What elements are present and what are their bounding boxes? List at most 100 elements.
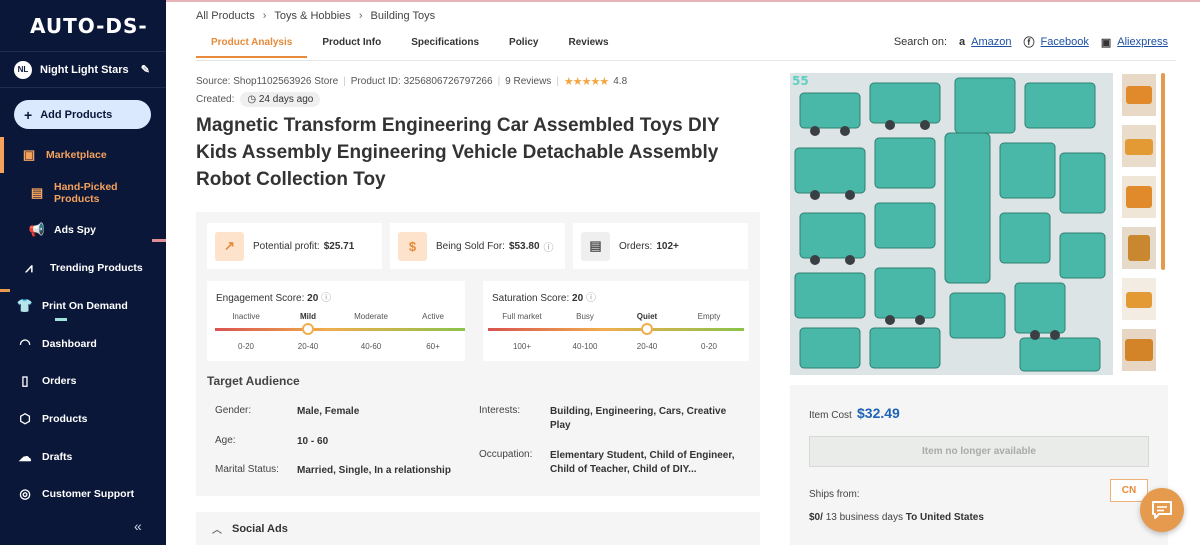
sidebar-item-dashboard[interactable]: ◠ Dashboard xyxy=(0,326,166,362)
sidebar-item-label: Marketplace xyxy=(46,149,107,161)
target-audience-heading: Target Audience xyxy=(207,374,300,388)
thumbnail-scrollbar[interactable] xyxy=(1161,73,1165,270)
divider: | xyxy=(343,76,346,87)
gender-label: Gender: xyxy=(215,405,252,416)
receipt-icon: ▤ xyxy=(581,231,610,261)
sidebar-item-print-on-demand[interactable]: 👕 Print On Demand xyxy=(0,288,166,324)
saturation-score-card: Saturation Score: 20 ⓘ Full market Busy … xyxy=(483,281,749,361)
sidebar-item-drafts[interactable]: ☁ Drafts xyxy=(0,439,166,475)
product-thumbnail[interactable] xyxy=(1122,278,1156,320)
tab-product-info[interactable]: Product Info xyxy=(307,30,396,58)
trend-chart-icon: ↗ xyxy=(215,231,244,261)
ship-price: $0/ xyxy=(809,512,823,523)
pencil-icon[interactable]: ✎ xyxy=(141,63,150,76)
profit-label: Potential profit: xyxy=(253,240,320,252)
chat-button[interactable] xyxy=(1140,488,1184,532)
saturation-range: 100+ xyxy=(512,342,532,351)
product-main-image[interactable]: 55 xyxy=(790,73,1113,375)
info-icon[interactable]: ⓘ xyxy=(586,293,596,304)
tab-specifications[interactable]: Specifications xyxy=(396,30,494,58)
tab-product-analysis[interactable]: Product Analysis xyxy=(196,30,308,58)
sold-label: Being Sold For: xyxy=(436,240,505,252)
sidebar-item-marketplace[interactable]: ▣ Marketplace xyxy=(0,137,166,173)
gender-value: Male, Female xyxy=(297,406,360,417)
saturation-level: Empty xyxy=(697,312,721,321)
divider: | xyxy=(497,76,501,87)
breadcrumb-item[interactable]: Toys & Hobbies xyxy=(274,10,350,22)
info-icon[interactable]: ⓘ xyxy=(321,293,331,304)
clock-icon: ◷ xyxy=(247,94,257,105)
age-label: Age: xyxy=(215,435,236,446)
cube-icon: ⬡ xyxy=(19,411,31,426)
sidebar-item-label: Products xyxy=(42,413,88,425)
engagement-label: Engagement Score: xyxy=(216,293,305,304)
chevron-right-icon: › xyxy=(262,10,267,22)
product-id: Product ID: 3256806726797266 xyxy=(350,76,493,87)
saturation-range: 0-20 xyxy=(700,342,718,351)
sidebar-item-trending[interactable]: ⩘ Trending Products xyxy=(0,250,166,286)
facebook-link[interactable]: Facebook xyxy=(1041,36,1089,48)
sidebar: AUTO-DS- NL Night Light Stars ✎ + Add Pr… xyxy=(0,0,166,545)
engagement-heading: Engagement Score: 20 ⓘ xyxy=(216,289,331,304)
being-sold-for-card: $ Being Sold For: $53.80 ⓘ xyxy=(390,223,565,269)
divider: | xyxy=(556,76,559,87)
saturation-range: 40-100 xyxy=(572,342,598,351)
toy-vehicles-illustration: 55 xyxy=(790,73,1113,375)
decorative-line xyxy=(55,318,67,321)
add-products-button[interactable]: + Add Products xyxy=(14,100,151,129)
tab-bar: Product Analysis Product Info Specificat… xyxy=(196,30,624,58)
saturation-value: 20 xyxy=(572,293,584,304)
search-on-label: Search on: xyxy=(893,36,948,48)
sidebar-item-orders[interactable]: ▯ Orders xyxy=(0,363,166,399)
tab-reviews[interactable]: Reviews xyxy=(554,30,624,58)
item-unavailable-button[interactable]: Item no longer available xyxy=(809,436,1149,467)
breadcrumb-item[interactable]: All Products xyxy=(196,10,255,22)
sold-value: $53.80 xyxy=(508,240,540,252)
sidebar-item-customer-support[interactable]: ◎ Customer Support xyxy=(0,476,166,512)
store-icon: ▣ xyxy=(22,147,36,162)
shipping-info: $0/ 13 business days To United States xyxy=(809,512,984,523)
product-thumbnail[interactable] xyxy=(1122,329,1156,371)
collapse-sidebar-icon[interactable]: « xyxy=(134,518,142,534)
product-thumbnail[interactable] xyxy=(1122,227,1156,269)
aliexpress-link[interactable]: Aliexpress xyxy=(1117,36,1168,48)
info-icon[interactable]: ⓘ xyxy=(544,239,554,254)
breadcrumb-item[interactable]: Building Toys xyxy=(370,10,435,22)
product-thumbnail[interactable] xyxy=(1122,74,1156,116)
orders-value: 102+ xyxy=(656,240,679,252)
engagement-score-card: Engagement Score: 20 ⓘ Inactive Mild Mod… xyxy=(207,281,465,361)
occupation-value: Elementary Student, Child of Engineer, C… xyxy=(550,450,735,475)
product-thumbnail[interactable] xyxy=(1122,125,1156,167)
engagement-scale-bar xyxy=(215,328,465,331)
logo[interactable]: AUTO-DS- xyxy=(0,0,166,52)
trend-icon: ⩘ xyxy=(25,260,33,275)
box-icon: ▤ xyxy=(30,185,44,200)
orders-card: ▤ Orders: 102+ xyxy=(573,223,748,269)
engagement-range: 0-20 xyxy=(237,342,255,351)
facebook-icon: ⓕ xyxy=(1023,37,1035,49)
saturation-heading: Saturation Score: 20 ⓘ xyxy=(492,289,596,304)
sidebar-item-label: Print On Demand xyxy=(42,300,128,312)
engagement-level: Inactive xyxy=(232,312,260,321)
reviews-count[interactable]: 9 Reviews xyxy=(505,76,551,87)
aliexpress-icon: ▣ xyxy=(1100,36,1112,49)
product-thumbnail[interactable] xyxy=(1122,176,1156,218)
source-store[interactable]: Source: Shop1102563926 Store xyxy=(196,76,338,87)
sidebar-item-hand-picked[interactable]: ▤ Hand-Picked Products xyxy=(0,175,166,211)
social-ads-section[interactable]: ︿ Social Ads xyxy=(196,512,760,545)
engagement-range: 60+ xyxy=(426,342,440,351)
sidebar-item-label: Hand-Picked Products xyxy=(54,181,118,205)
saturation-level: Quiet xyxy=(636,312,658,321)
star-rating-icon: ★★★★★ xyxy=(563,76,609,88)
sidebar-item-products[interactable]: ⬡ Products xyxy=(0,401,166,437)
product-meta: Source: Shop1102563926 Store | Product I… xyxy=(196,75,627,88)
saturation-label: Saturation Score: xyxy=(492,293,570,304)
amazon-link[interactable]: Amazon xyxy=(971,36,1011,48)
sidebar-item-ads-spy[interactable]: 📢 Ads Spy xyxy=(0,212,166,248)
tab-policy[interactable]: Policy xyxy=(494,30,553,58)
megaphone-icon: 📢 xyxy=(28,222,46,237)
engagement-value: 20 xyxy=(307,293,319,304)
user-row[interactable]: NL Night Light Stars ✎ xyxy=(0,52,166,88)
sidebar-item-label: Trending Products xyxy=(50,262,143,274)
potential-profit-card: ↗ Potential profit: $25.71 xyxy=(207,223,382,269)
